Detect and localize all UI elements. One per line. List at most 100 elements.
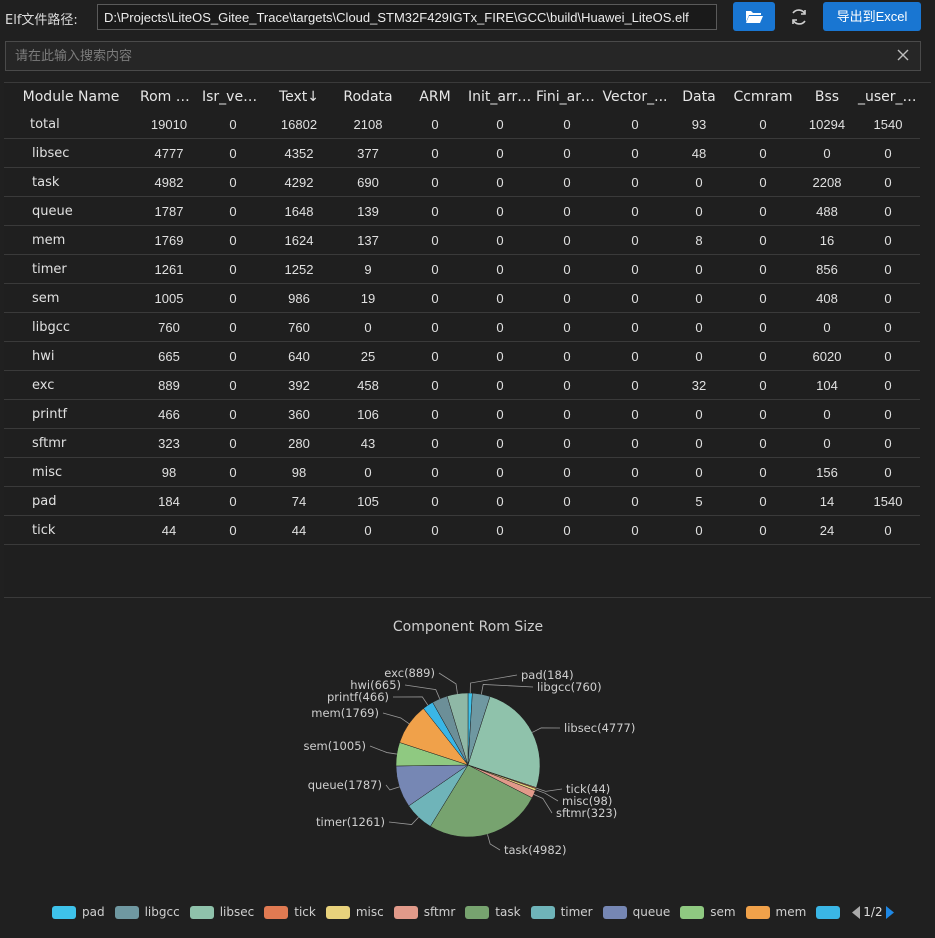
elf-path-input[interactable] [97,4,717,30]
legend-item[interactable]: pad [52,905,105,919]
table-cell: 0 [670,515,728,545]
table-row[interactable]: libgcc 760 0 760 0 0 0 0 0 0 0 0 0 [4,312,920,342]
column-header[interactable]: Module Name [4,83,138,110]
column-header[interactable]: Rom Size [138,83,200,110]
table-cell: 0 [600,167,670,197]
legend-item[interactable]: mem [745,905,806,919]
table-row[interactable]: exc 889 0 392 458 0 0 0 0 32 0 104 0 [4,370,920,400]
table-cell: 0 [404,515,466,545]
table-cell: 0 [534,225,600,255]
legend-item[interactable]: libgcc [114,905,180,919]
export-excel-button[interactable]: 导出到Excel [823,2,921,31]
table-cell: 104 [798,370,856,400]
column-header[interactable]: Fini_array [534,83,600,110]
table-cell: 0 [728,225,798,255]
table-cell: 32 [670,370,728,400]
table-cell: 0 [856,370,920,400]
legend-item[interactable]: task [465,905,521,919]
table-row[interactable]: sem 1005 0 986 19 0 0 0 0 0 0 408 0 [4,283,920,313]
column-header[interactable]: Text↓ [266,83,332,110]
table-cell: 0 [670,428,728,458]
table-row[interactable]: total 19010 0 16802 2108 0 0 0 0 93 0 10294 1540 [4,110,920,139]
table-cell: 0 [534,486,600,516]
table-cell: 0 [856,196,920,226]
table-cell: 0 [404,370,466,400]
table-cell: 93 [670,110,728,139]
table-cell: 0 [404,196,466,226]
table-cell: 0 [404,167,466,197]
table-cell: 1787 [138,196,200,226]
column-header[interactable]: Isr_vector [200,83,266,110]
table-row[interactable]: tick 44 0 44 0 0 0 0 0 0 0 24 0 [4,515,920,545]
legend-item[interactable]: timer [530,905,593,919]
legend-item[interactable]: misc [325,905,384,919]
table-cell: 137 [332,225,404,255]
chevron-right-icon[interactable] [885,905,894,919]
table-cell: 0 [200,283,266,313]
search-input[interactable] [6,42,886,70]
table-cell: 0 [856,167,920,197]
column-header[interactable]: Init_array [466,83,534,110]
table-cell: 0 [856,312,920,342]
legend-item[interactable]: sem [680,905,736,919]
legend-item[interactable]: libsec [189,905,254,919]
legend-swatch [325,905,350,919]
table-cell: 0 [404,457,466,487]
legend-item[interactable]: tick [264,905,316,919]
column-header[interactable]: ARM [404,83,466,110]
table-cell: 1005 [138,283,200,313]
table-cell: 44 [138,515,200,545]
table-cell: 5 [670,486,728,516]
chevron-left-icon[interactable] [852,905,861,919]
column-header[interactable]: Ccmram [728,83,798,110]
table-cell: 0 [200,312,266,342]
table-row[interactable]: timer 1261 0 1252 9 0 0 0 0 0 0 856 0 [4,254,920,284]
table-cell: 0 [670,457,728,487]
module-name-cell: printf [4,399,138,429]
table-row[interactable]: mem 1769 0 1624 137 0 0 0 0 8 0 16 0 [4,225,920,255]
table-cell: 0 [404,225,466,255]
column-header[interactable]: _user_h... [856,83,920,110]
table-cell: 0 [466,486,534,516]
rom-size-pie-chart: Component Rom Sizepad(184)libgcc(760)lib… [303,619,635,857]
legend-swatch [816,905,841,919]
table-row[interactable]: printf 466 0 360 106 0 0 0 0 0 0 0 0 [4,399,920,429]
table-cell: 0 [728,138,798,168]
pie-label-sem: sem(1005) [303,739,366,753]
legend-item[interactable]: sftmr [393,905,455,919]
table-row[interactable]: task 4982 0 4292 690 0 0 0 0 0 0 2208 0 [4,167,920,197]
legend-item[interactable] [816,905,846,919]
column-header[interactable]: Bss [798,83,856,110]
pie-leader-printf [392,696,429,706]
legend-item[interactable]: queue [602,905,670,919]
column-header[interactable]: Vector_... [600,83,670,110]
column-header[interactable]: Data [670,83,728,110]
table-cell: 0 [332,312,404,342]
table-cell: 74 [266,486,332,516]
table-row[interactable]: queue 1787 0 1648 139 0 0 0 0 0 0 488 0 [4,196,920,226]
table-cell: 986 [266,283,332,313]
table-cell: 0 [332,457,404,487]
table-cell: 0 [600,370,670,400]
open-folder-button[interactable] [733,2,775,31]
table-cell: 0 [200,457,266,487]
table-row[interactable]: sftmr 323 0 280 43 0 0 0 0 0 0 0 0 [4,428,920,458]
table-cell: 0 [200,196,266,226]
table-cell: 0 [404,486,466,516]
pie-label-libsec: libsec(4777) [564,721,635,735]
pie-leader-libgcc [480,684,534,695]
table-row[interactable]: libsec 4777 0 4352 377 0 0 0 0 48 0 0 0 [4,138,920,168]
table-row[interactable]: hwi 665 0 640 25 0 0 0 0 0 0 6020 0 [4,341,920,371]
legend-label: timer [560,905,593,919]
table-row[interactable]: misc 98 0 98 0 0 0 0 0 0 0 156 0 [4,457,920,487]
table-cell: 1769 [138,225,200,255]
table-cell: 0 [200,515,266,545]
table-row[interactable]: pad 184 0 74 105 0 0 0 0 5 0 14 1540 [4,486,920,516]
table-cell: 0 [404,254,466,284]
close-icon[interactable] [896,48,910,62]
refresh-button[interactable] [787,5,811,29]
table-cell: 0 [200,110,266,139]
column-header[interactable]: Rodata [332,83,404,110]
table-cell: 0 [728,341,798,371]
table-header-row: Module Name Rom Size Isr_vector Text↓ Rodata… [4,83,920,110]
